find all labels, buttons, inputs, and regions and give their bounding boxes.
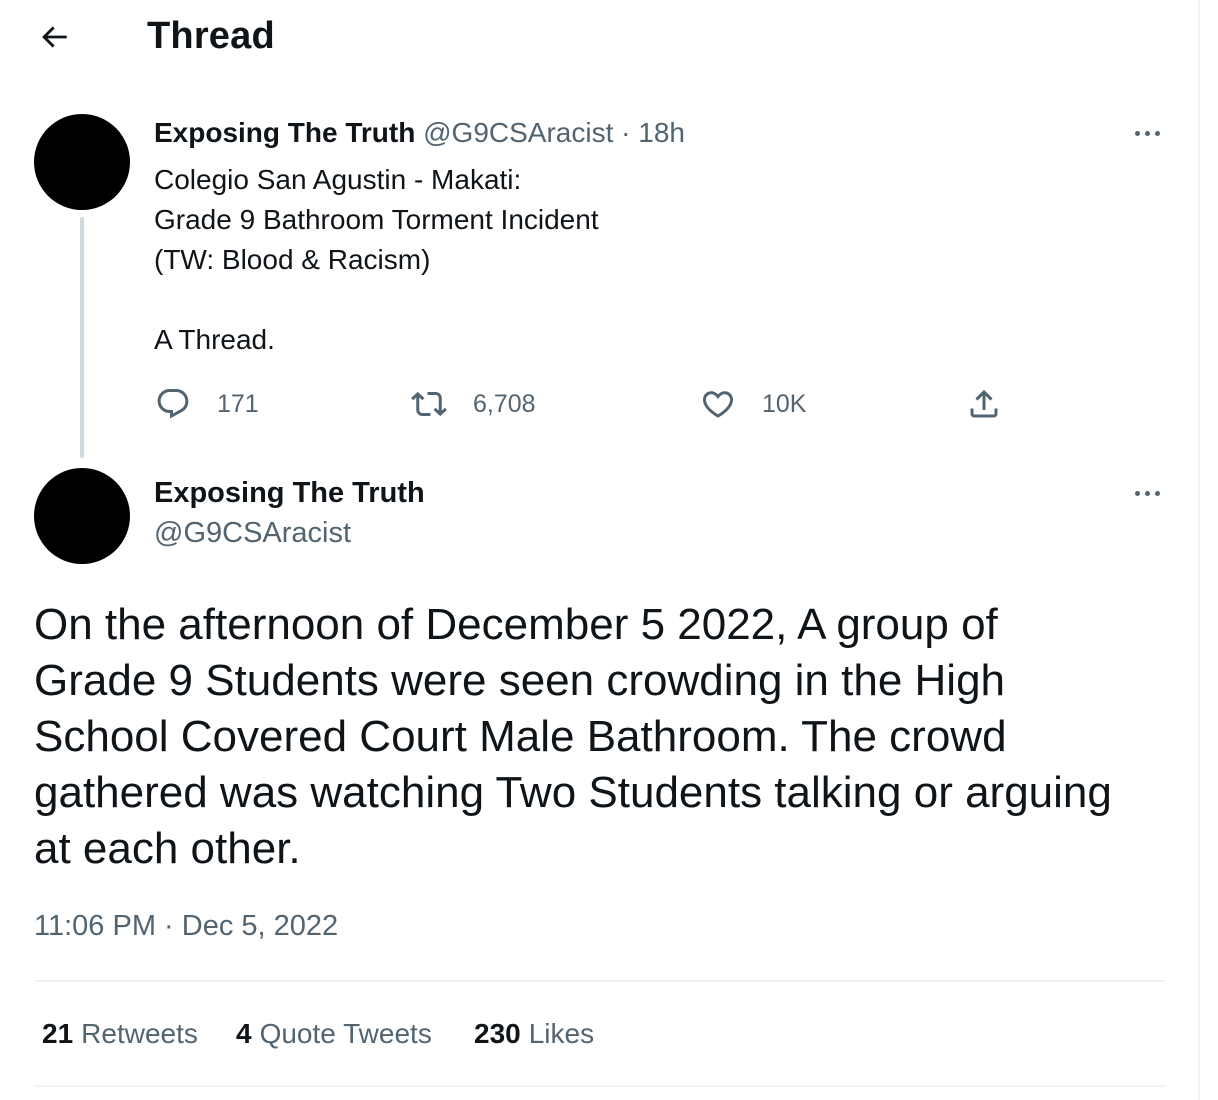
quote-tweets-stat-link[interactable]: 4 Quote Tweets [236,1018,432,1050]
tweet-1-header: Exposing The Truth @G9CSAracist · 18h [154,117,685,149]
author-name[interactable]: Exposing The Truth [154,477,425,510]
more-dot-icon [1134,490,1140,496]
tweet-time[interactable]: 11:06 PM [34,910,156,942]
more-options-button[interactable] [1125,478,1169,508]
author-handle[interactable]: @G9CSAracist [154,517,351,550]
like-count: 10K [762,389,807,418]
author-name[interactable]: Exposing The Truth [154,117,415,148]
more-dot-icon [1144,130,1150,136]
retweet-icon [411,391,447,417]
reply-icon [157,389,189,419]
share-button[interactable] [966,382,1002,426]
tweet-text-line [154,280,1054,320]
arrow-left-icon [42,26,67,48]
divider [34,980,1166,982]
tweet-text-line: gathered was watching Two Students talki… [34,768,1112,817]
separator-dot: · [621,117,631,148]
tweet-text-line: A Thread. [154,324,275,355]
more-dot-icon [1154,130,1160,136]
tweet-text-line: (TW: Blood & Racism) [154,244,431,275]
likes-stat-link[interactable]: 230 Likes [474,1018,594,1050]
tweet-timestamp: 11:06 PM · Dec 5, 2022 [34,910,338,943]
retweets-count: 21 [42,1018,74,1049]
tweet-text-line: On the afternoon of December 5 2022, A g… [34,600,998,649]
reply-button[interactable]: 171 [155,382,259,426]
more-dot-icon [1134,130,1140,136]
tweet-text-line: Grade 9 Students were seen crowding in t… [34,656,1006,705]
tweet-date[interactable]: Dec 5, 2022 [182,910,338,942]
avatar[interactable] [34,468,130,564]
tweet-1-actions: 171 6,708 10K [0,382,1200,426]
share-icon [970,389,998,418]
tweet-relative-time[interactable]: 18h [638,117,685,148]
likes-count: 230 [474,1018,521,1049]
tweet-text-line: Colegio San Agustin - Makati: [154,164,522,195]
back-button[interactable] [24,12,84,62]
tweet-text-line: Grade 9 Bathroom Torment Incident [154,204,599,235]
tweet-text-line: School Covered Court Male Bathroom. The … [34,712,1007,761]
retweets-stat-link[interactable]: 21 Retweets [42,1018,198,1050]
tweet-2-text: On the afternoon of December 5 2022, A g… [34,597,1174,877]
like-button[interactable]: 10K [700,382,806,426]
author-handle[interactable]: @G9CSAracist [423,117,613,148]
page-title: Thread [147,15,275,57]
heart-icon [702,391,734,418]
avatar[interactable] [34,114,130,210]
tweet-1-text: Colegio San Agustin - Makati: Grade 9 Ba… [154,160,1054,360]
quote-tweets-label: Quote Tweets [259,1018,432,1049]
retweet-count: 6,708 [473,389,536,418]
quote-tweets-count: 4 [236,1018,252,1049]
tweet-text-line: at each other. [34,824,301,873]
separator-dot: · [164,910,174,942]
more-dot-icon [1154,490,1160,496]
reply-count: 171 [217,389,259,418]
thread-page: Thread Exposing The Truth @G9CSAracist ·… [0,0,1200,1100]
retweets-label: Retweets [81,1018,198,1049]
likes-label: Likes [528,1018,595,1049]
page-header: Thread [0,0,1200,76]
more-dot-icon [1144,490,1150,496]
divider [34,1085,1166,1087]
more-options-button[interactable] [1125,118,1169,148]
retweet-button[interactable]: 6,708 [411,382,536,426]
